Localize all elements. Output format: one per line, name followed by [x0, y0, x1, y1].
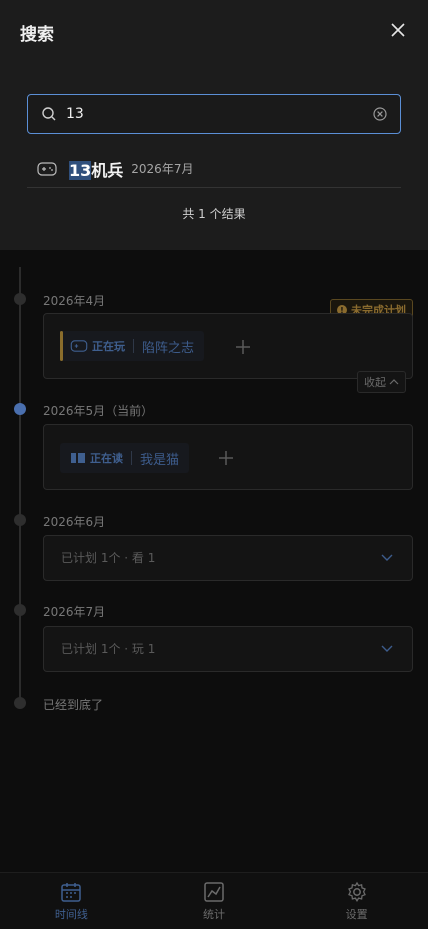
- item-title: 我是猫: [140, 452, 180, 468]
- chevron-down-icon: [381, 554, 393, 561]
- result-count: 共 1 个结果: [182, 207, 246, 221]
- search-result-title: 13机兵: [69, 157, 123, 181]
- item-chip[interactable]: 正在玩 陷阵之志: [60, 331, 205, 361]
- chevron-down-icon: [381, 645, 393, 652]
- timeline-dot: [14, 604, 26, 616]
- status-bar: [60, 331, 63, 361]
- month-label: 2026年6月: [43, 515, 106, 529]
- gear-icon: [347, 881, 366, 902]
- month-card-collapsed[interactable]: 已计划 1个 · 看 1: [43, 535, 413, 581]
- bottom-nav: 时间线 统计 设置: [0, 872, 428, 929]
- nav-timeline[interactable]: 时间线: [0, 873, 143, 929]
- collapse-label: 收起: [364, 376, 386, 389]
- timeline-line: [19, 267, 21, 702]
- search-title: 搜索: [20, 25, 54, 45]
- divider: [131, 451, 132, 465]
- divider: [133, 339, 134, 353]
- plan-summary: 已计划 1个 · 玩 1: [61, 642, 156, 656]
- collapse-button[interactable]: 收起: [357, 371, 406, 393]
- nav-stats[interactable]: 统计: [143, 873, 286, 929]
- plan-summary: 已计划 1个 · 看 1: [61, 551, 156, 565]
- search-icon: [42, 107, 56, 121]
- search-input[interactable]: [66, 106, 372, 122]
- nav-label: 时间线: [54, 907, 88, 921]
- search-result-item[interactable]: 13机兵 2026年7月: [27, 150, 401, 188]
- nav-settings[interactable]: 设置: [285, 873, 428, 929]
- search-result-highlight: 13: [69, 160, 92, 180]
- nav-label: 设置: [345, 907, 368, 921]
- month-label: 2026年4月: [43, 294, 106, 308]
- month-label: 2026年7月: [43, 605, 106, 619]
- clear-icon[interactable]: [372, 106, 388, 122]
- item-chip[interactable]: 正在读 我是猫: [60, 443, 190, 473]
- add-icon[interactable]: [234, 338, 252, 356]
- gamepad-icon: [37, 161, 57, 176]
- item-title: 陷阵之志: [142, 340, 195, 356]
- month-card: 正在读 我是猫: [43, 424, 413, 490]
- timeline-dot-current: [14, 403, 26, 415]
- calendar-icon: [61, 882, 82, 902]
- timeline-dot: [14, 514, 26, 526]
- chart-icon: [204, 881, 224, 902]
- search-field[interactable]: [27, 94, 401, 134]
- add-icon[interactable]: [217, 449, 235, 467]
- timeline: 2026年4月 ! 未完成计划 正在玩 陷阵之志 收起 2026年5月（当前）: [0, 250, 428, 872]
- month-card: 正在玩 陷阵之志: [43, 313, 413, 379]
- item-status: 正在读: [90, 452, 123, 465]
- book-icon: [71, 453, 85, 463]
- search-panel: 搜索 13机兵 2026年7月 共 1 个结果: [0, 0, 428, 250]
- end-of-list-text: 已经到底了: [43, 698, 104, 712]
- item-status: 正在玩: [92, 340, 125, 353]
- month-card-collapsed[interactable]: 已计划 1个 · 玩 1: [43, 626, 413, 672]
- timeline-dot: [14, 293, 26, 305]
- timeline-dot: [14, 697, 26, 709]
- close-button[interactable]: [386, 18, 410, 42]
- gamepad-icon: [70, 340, 88, 352]
- close-icon: [391, 23, 405, 37]
- nav-label: 统计: [203, 907, 225, 921]
- search-result-rest: 机兵: [91, 160, 124, 180]
- month-label: 2026年5月（当前）: [43, 404, 154, 418]
- search-result-date: 2026年7月: [131, 162, 194, 176]
- chevron-up-icon: [389, 379, 399, 385]
